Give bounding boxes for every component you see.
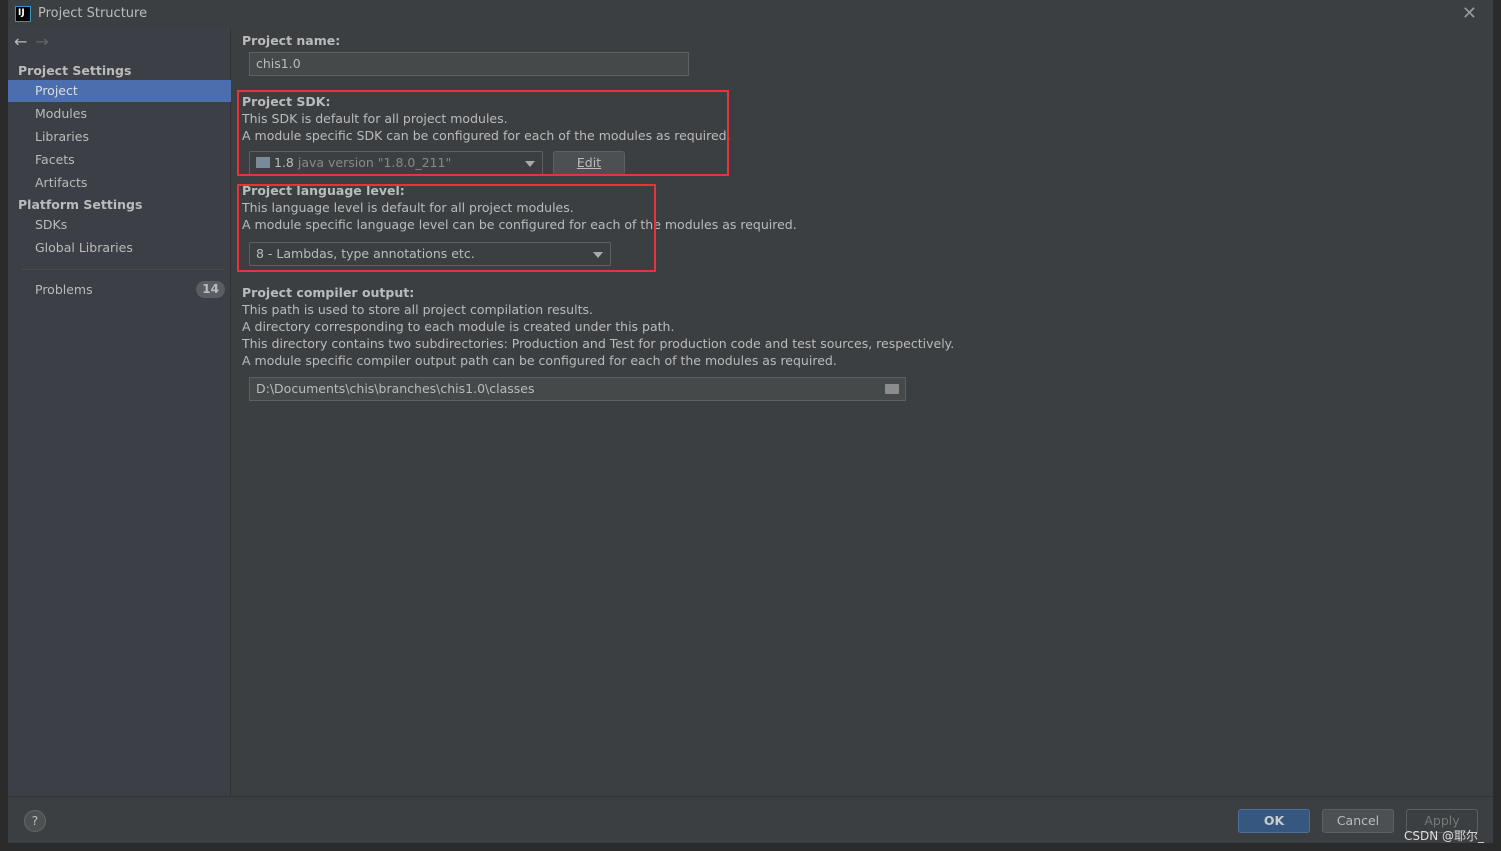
compiler-output-label: Project compiler output: xyxy=(242,285,415,300)
sidebar-item-artifacts[interactable]: Artifacts xyxy=(8,172,231,194)
window-title: Project Structure xyxy=(38,6,148,21)
title-bar: IJ Project Structure ✕ xyxy=(8,0,1493,28)
sidebar-item-modules[interactable]: Modules xyxy=(8,103,231,125)
output-description-2: A directory corresponding to each module… xyxy=(242,319,675,334)
project-settings-panel: Project name: chis1.0 Project SDK: This … xyxy=(237,28,1493,796)
dialog-footer: ? OK Cancel Apply xyxy=(8,796,1493,843)
output-description-4: A module specific compiler output path c… xyxy=(242,353,837,368)
sidebar: ← → Project Settings Project Modules Libr… xyxy=(8,28,231,796)
compiler-output-input[interactable]: D:\Documents\chis\branches\chis1.0\class… xyxy=(249,377,906,401)
cancel-button[interactable]: Cancel xyxy=(1322,809,1394,833)
divider xyxy=(22,269,224,270)
sdk-highlight-box xyxy=(237,90,729,176)
sidebar-item-libraries[interactable]: Libraries xyxy=(8,126,231,148)
close-icon[interactable]: ✕ xyxy=(1462,3,1477,24)
project-structure-dialog: IJ Project Structure ✕ ← → Project Settin… xyxy=(8,0,1493,843)
forward-arrow-icon[interactable]: → xyxy=(35,32,48,51)
project-name-label: Project name: xyxy=(242,33,341,48)
sidebar-item-project[interactable]: Project xyxy=(8,80,231,102)
compiler-output-path: D:\Documents\chis\branches\chis1.0\class… xyxy=(256,381,535,396)
sidebar-item-global-libraries[interactable]: Global Libraries xyxy=(8,237,231,259)
sidebar-item-sdks[interactable]: SDKs xyxy=(8,214,231,236)
sidebar-item-facets[interactable]: Facets xyxy=(8,149,231,171)
browse-folder-icon[interactable] xyxy=(885,384,899,394)
output-description-1: This path is used to store all project c… xyxy=(242,302,593,317)
help-button[interactable]: ? xyxy=(24,810,46,832)
problems-label: Problems xyxy=(35,282,93,297)
ok-button[interactable]: OK xyxy=(1238,809,1310,833)
language-level-highlight-box xyxy=(237,184,656,272)
back-arrow-icon[interactable]: ← xyxy=(14,32,27,51)
problems-count-badge: 14 xyxy=(196,281,225,298)
watermark: CSDN @耶尔_ xyxy=(1404,829,1485,843)
project-settings-header: Project Settings xyxy=(18,63,132,78)
output-description-3: This directory contains two subdirectori… xyxy=(242,336,955,351)
sidebar-item-problems[interactable]: Problems 14 xyxy=(8,279,231,301)
intellij-logo-icon: IJ xyxy=(15,6,31,22)
platform-settings-header: Platform Settings xyxy=(18,197,143,212)
project-name-input[interactable]: chis1.0 xyxy=(249,52,689,76)
